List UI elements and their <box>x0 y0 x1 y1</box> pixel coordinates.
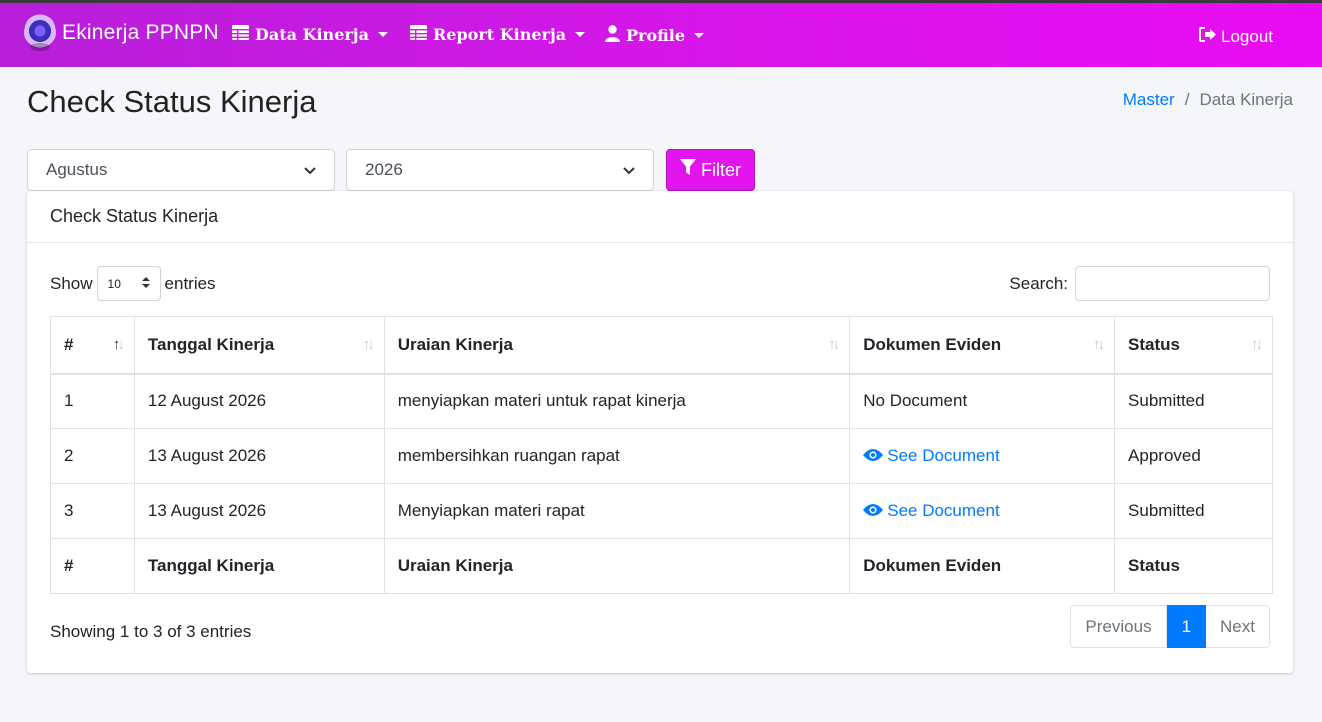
column-header-dokumen[interactable]: Dokumen Eviden ↑↓ <box>849 316 1116 375</box>
chevron-down-icon <box>623 162 635 178</box>
column-header-label: Dokumen Eviden <box>863 334 1002 354</box>
navbar: Ekinerja PPNPN Data Kinerja Report Kiner… <box>0 0 1322 67</box>
cell-status: Submitted <box>1114 373 1273 429</box>
table-search: Search: <box>1009 266 1270 301</box>
table-icon <box>410 25 427 44</box>
table-row: 1 12 August 2026 menyiapkan materi untuk… <box>50 373 1273 429</box>
cell-no: 3 <box>50 483 135 539</box>
footer-header-uraian: Uraian Kinerja <box>383 538 851 594</box>
column-header-label: Uraian Kinerja <box>397 334 513 354</box>
column-header-label: Status <box>1128 334 1180 354</box>
filter-button-label: Filter <box>701 159 741 180</box>
chevron-down-icon <box>304 162 316 178</box>
logout-label: Logout <box>1221 27 1273 46</box>
entries-length-select[interactable]: 10 <box>96 266 161 301</box>
footer-header-no: # <box>50 538 135 594</box>
cell-no: 1 <box>50 373 135 429</box>
eye-icon <box>863 501 884 522</box>
see-document-label: See Document <box>887 446 1000 465</box>
card-title: Check Status Kinerja <box>27 191 1293 243</box>
nav-data-kinerja-label: Data Kinerja <box>255 25 369 44</box>
brand-logo-icon <box>24 13 56 53</box>
footer-header-dokumen: Dokumen Eviden <box>849 538 1116 594</box>
pagination-next[interactable]: Next <box>1206 605 1270 648</box>
breadcrumb-separator: / <box>1184 90 1190 109</box>
month-select[interactable]: Agustus <box>27 149 335 191</box>
sign-out-icon <box>1199 27 1217 47</box>
column-header-tanggal[interactable]: Tanggal Kinerja ↑↓ <box>133 316 385 375</box>
sort-asc-icon: ↑↓ <box>112 336 125 353</box>
user-icon <box>605 25 620 46</box>
kinerja-table: # ↑↓ Tanggal Kinerja ↑↓ Uraian Kinerja ↑↓ D… <box>50 316 1273 594</box>
sort-updown-icon <box>141 276 150 291</box>
footer-header-tanggal: Tanggal Kinerja <box>133 538 385 594</box>
caret-down-icon <box>377 32 388 37</box>
cell-dokumen: No Document <box>849 373 1116 429</box>
year-select[interactable]: 2026 <box>346 149 654 191</box>
column-header-uraian[interactable]: Uraian Kinerja ↑↓ <box>383 316 851 375</box>
sort-icon: ↑↓ <box>1093 336 1105 353</box>
month-select-value: Agustus <box>46 160 108 179</box>
brand-name: Ekinerja PPNPN <box>62 21 219 44</box>
breadcrumb-current: Data Kinerja <box>1199 90 1293 109</box>
sort-icon: ↑↓ <box>828 336 840 353</box>
filter-button[interactable]: Filter <box>666 149 755 191</box>
entries-label: entries <box>164 273 216 293</box>
cell-dokumen: See Document <box>849 483 1116 539</box>
logout-link[interactable]: Logout <box>1199 27 1273 47</box>
table-info: Showing 1 to 3 of 3 entries <box>50 622 252 641</box>
cell-uraian: membersihkan ruangan rapat <box>383 428 851 484</box>
entries-length-value: 10 <box>107 276 121 291</box>
table-icon <box>232 25 249 44</box>
pagination-page-1[interactable]: 1 <box>1166 605 1207 648</box>
search-input[interactable] <box>1075 266 1270 301</box>
cell-status: Approved <box>1114 428 1273 484</box>
status-card: Check Status Kinerja Show 10 entries Sea… <box>27 191 1293 673</box>
nav-data-kinerja[interactable]: Data Kinerja <box>232 25 388 44</box>
column-header-label: Tanggal Kinerja <box>147 334 275 354</box>
cell-tanggal: 13 August 2026 <box>133 428 385 484</box>
footer-header-status: Status <box>1114 538 1273 594</box>
table-footer-row: # Tanggal Kinerja Uraian Kinerja Dokumen… <box>50 538 1273 594</box>
cell-uraian: Menyiapkan materi rapat <box>383 483 851 539</box>
search-label: Search: <box>1009 273 1068 293</box>
nav-report-kinerja[interactable]: Report Kinerja <box>410 25 586 44</box>
entries-length-control: Show 10 entries <box>50 266 216 301</box>
sort-icon: ↑↓ <box>1251 336 1263 353</box>
column-header-label: # <box>64 334 74 354</box>
cell-uraian: menyiapkan materi untuk rapat kinerja <box>383 373 851 429</box>
breadcrumb-master[interactable]: Master <box>1123 90 1175 110</box>
nav-profile-label: Profile <box>626 26 686 45</box>
cell-tanggal: 13 August 2026 <box>133 483 385 539</box>
caret-down-icon <box>575 32 586 37</box>
table-row: 3 13 August 2026 Menyiapkan materi rapat… <box>50 483 1273 539</box>
show-label: Show <box>50 273 93 293</box>
brand[interactable]: Ekinerja PPNPN <box>24 13 219 53</box>
year-select-value: 2026 <box>365 160 403 179</box>
filter-icon <box>680 159 696 181</box>
page-title: Check Status Kinerja <box>27 84 317 119</box>
see-document-link[interactable]: See Document <box>863 501 1000 522</box>
nav-report-kinerja-label: Report Kinerja <box>433 25 567 44</box>
cell-status: Submitted <box>1114 483 1273 539</box>
column-header-no[interactable]: # ↑↓ <box>50 316 135 375</box>
cell-dokumen: See Document <box>849 428 1116 484</box>
caret-down-icon <box>694 33 705 38</box>
see-document-label: See Document <box>887 501 1000 520</box>
eye-icon <box>863 446 884 467</box>
cell-no: 2 <box>50 428 135 484</box>
cell-tanggal: 12 August 2026 <box>133 373 385 429</box>
nav-profile[interactable]: Profile <box>605 25 705 46</box>
table-row: 2 13 August 2026 membersihkan ruangan ra… <box>50 428 1273 484</box>
sort-icon: ↑↓ <box>362 336 375 353</box>
see-document-link[interactable]: See Document <box>863 446 1000 467</box>
breadcrumb: Master / Data Kinerja <box>1123 90 1293 110</box>
pagination: Previous 1 Next <box>1070 605 1270 648</box>
pagination-previous[interactable]: Previous <box>1070 605 1167 648</box>
column-header-status[interactable]: Status ↑↓ <box>1114 316 1273 375</box>
table-header-row: # ↑↓ Tanggal Kinerja ↑↓ Uraian Kinerja ↑↓ D… <box>50 316 1273 375</box>
